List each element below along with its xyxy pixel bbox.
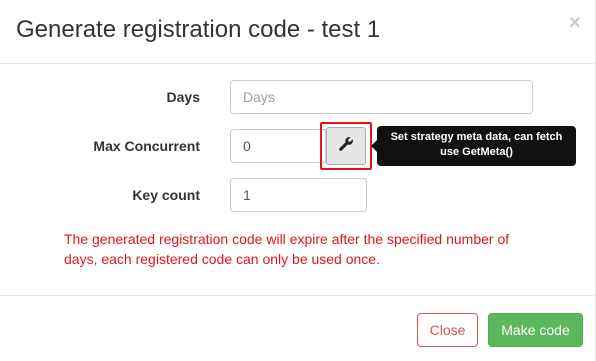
max-concurrent-input[interactable] [230,129,326,163]
dialog-title: Generate registration code - test 1 [16,16,381,43]
meta-data-tooltip: Set strategy meta data, can fetch use Ge… [377,126,576,166]
make-code-button[interactable]: Make code [488,313,583,347]
meta-data-button[interactable] [326,127,366,165]
max-concurrent-label: Max Concurrent [93,138,200,154]
days-input[interactable] [230,80,533,114]
key-count-input[interactable] [230,178,367,212]
expiry-note: The generated registration code will exp… [64,231,510,267]
dialog-header: Generate registration code - test 1 × [0,0,596,64]
close-button[interactable]: Close [417,313,478,347]
days-label: Days [166,89,200,105]
wrench-icon [338,136,354,157]
registration-code-dialog: Generate registration code - test 1 × Da… [0,0,596,361]
close-icon[interactable]: × [569,13,581,33]
key-count-label: Key count [132,187,200,203]
